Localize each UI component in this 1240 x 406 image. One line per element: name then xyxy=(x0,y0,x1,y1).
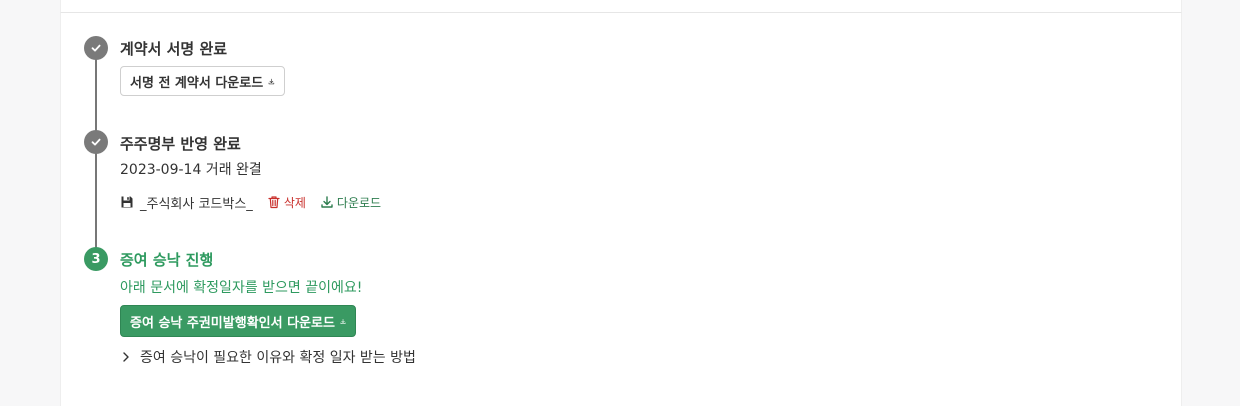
card-bottom-strip xyxy=(60,392,1182,406)
step-3-subtitle: 아래 문서에 확정일자를 받으면 끝이에요! xyxy=(120,280,363,296)
shareholder-file-row: _주식회사 코드박스_ 삭제 다운로드 xyxy=(120,193,381,212)
deal-complete-date: 2023-09-14 거래 완결 xyxy=(120,162,262,178)
download-gift-consent-button[interactable]: 증여 승낙 주권미발행확인서 다운로드 xyxy=(120,305,356,337)
download-file-label: 다운로드 xyxy=(336,195,382,210)
download-gift-consent-label: 증여 승낙 주권미발행확인서 다운로드 xyxy=(130,315,335,331)
gift-consent-help-label: 증여 승낙이 필요한 이유와 확정 일자 받는 방법 xyxy=(140,350,416,366)
trash-icon xyxy=(268,196,280,209)
gift-consent-help-toggle[interactable]: 증여 승낙이 필요한 이유와 확정 일자 받는 방법 xyxy=(120,347,416,367)
delete-file-button[interactable]: 삭제 xyxy=(267,194,306,211)
step-3-number-badge: 3 xyxy=(84,247,108,271)
step-2-title: 주주명부 반영 완료 xyxy=(120,135,241,153)
download-icon xyxy=(321,196,333,208)
download-file-button[interactable]: 다운로드 xyxy=(320,194,381,211)
step-1-title: 계약서 서명 완료 xyxy=(120,40,228,58)
download-unsigned-contract-button[interactable]: 서명 전 계약서 다운로드 xyxy=(120,66,285,96)
chevron-right-icon xyxy=(123,352,129,362)
save-icon xyxy=(121,196,133,208)
step-1-check-icon xyxy=(84,36,108,60)
shareholder-file-name: _주식회사 코드박스_ xyxy=(140,196,253,212)
timeline-line xyxy=(95,48,97,260)
download-icon xyxy=(268,78,275,84)
step-3-number: 3 xyxy=(91,251,101,267)
step-3-title: 증여 승낙 진행 xyxy=(120,251,214,269)
delete-file-label: 삭제 xyxy=(283,195,306,210)
download-unsigned-contract-label: 서명 전 계약서 다운로드 xyxy=(130,75,264,91)
card-top-strip xyxy=(60,0,1182,12)
check-icon xyxy=(91,44,101,52)
step-2-check-icon xyxy=(84,130,108,154)
check-icon xyxy=(91,138,101,146)
download-icon xyxy=(340,318,346,324)
